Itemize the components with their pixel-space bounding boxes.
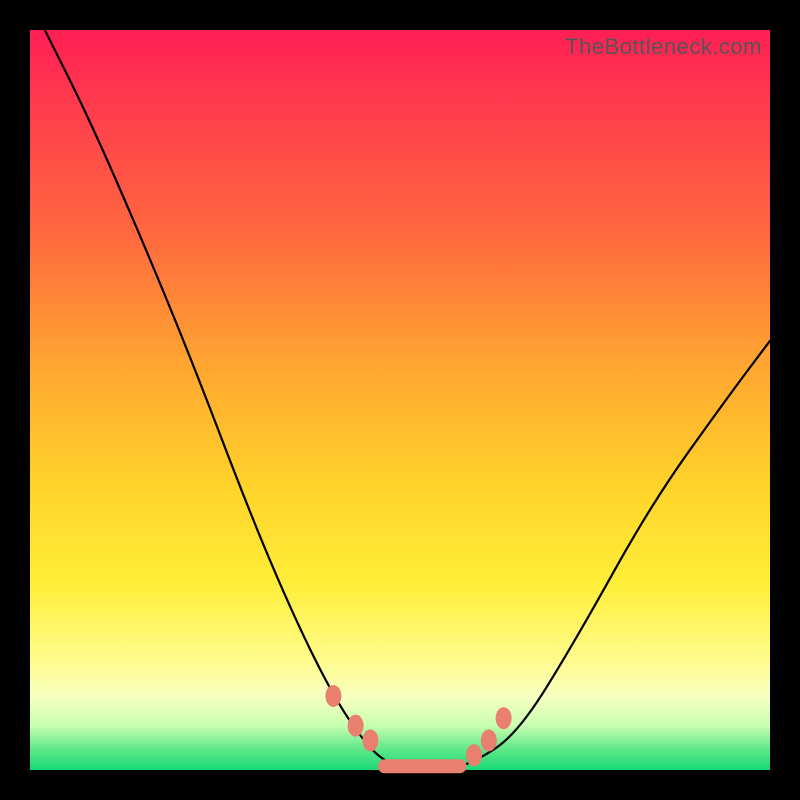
curve-marker [466,744,482,766]
valley-flat-marker [378,759,467,773]
plot-area: TheBottleneck.com [30,30,770,770]
curve-marker [496,707,512,729]
curve-marker [325,685,341,707]
outer-frame: TheBottleneck.com [0,0,800,800]
chart-svg [30,30,770,770]
curve-marker [481,729,497,751]
bottleneck-curve [45,30,770,770]
curve-marker [362,729,378,751]
curve-marker [348,715,364,737]
marker-group [325,685,511,766]
